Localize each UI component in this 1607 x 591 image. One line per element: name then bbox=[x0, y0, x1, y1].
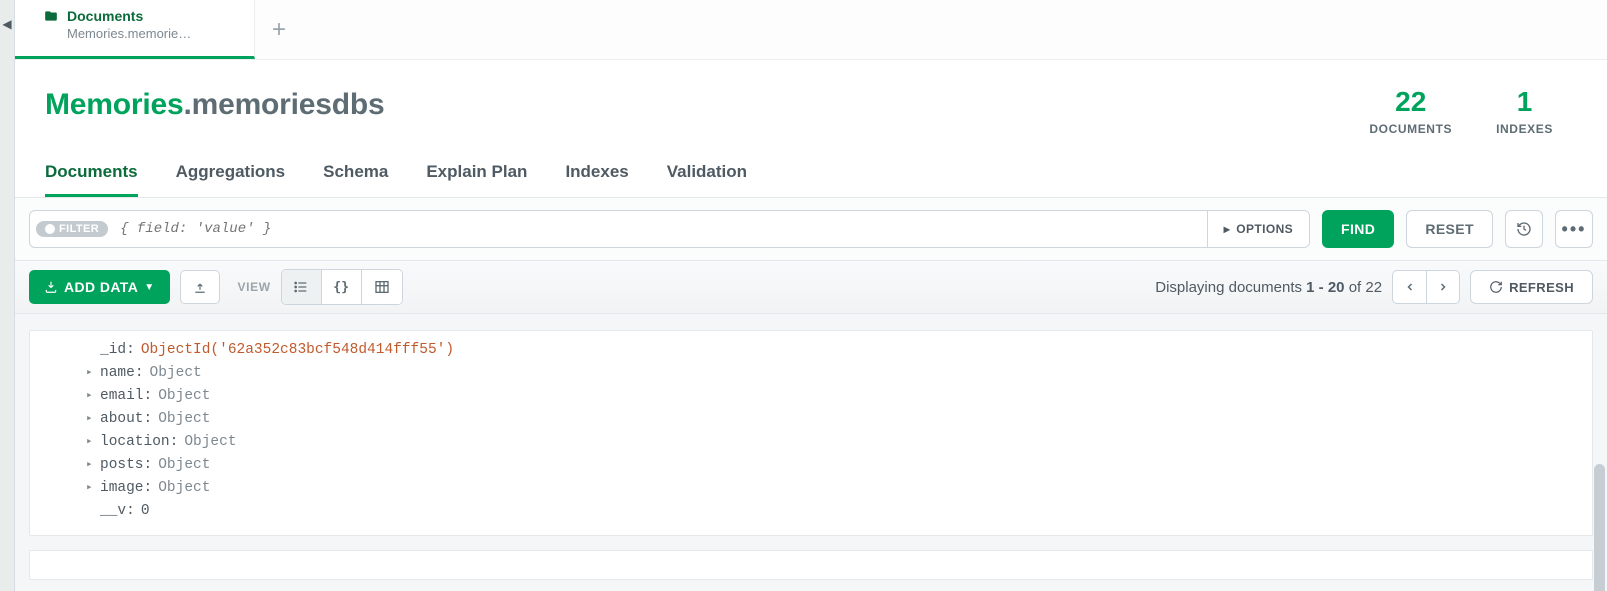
document-card[interactable]: _id: ObjectId('62a352c83bcf548d414fff55'… bbox=[29, 330, 1593, 536]
more-button[interactable]: ••• bbox=[1555, 210, 1593, 248]
field-key: name bbox=[100, 362, 135, 385]
reset-button[interactable]: RESET bbox=[1406, 210, 1493, 248]
result-count: Displaying documents 1 - 20 of 22 bbox=[1155, 279, 1382, 296]
plus-icon: + bbox=[272, 16, 286, 44]
field-key: _id bbox=[100, 339, 126, 362]
document-field: __v: 0 bbox=[104, 500, 1592, 523]
new-tab-button[interactable]: + bbox=[255, 0, 303, 59]
collection-header: Memories.memoriesdbs 22 DOCUMENTS 1 INDE… bbox=[15, 60, 1607, 142]
find-button[interactable]: FIND bbox=[1322, 210, 1394, 248]
field-value: Object bbox=[150, 362, 202, 385]
document-field[interactable]: ▸email: Object bbox=[104, 385, 1592, 408]
document-field[interactable]: ▸name: Object bbox=[104, 362, 1592, 385]
filter-input[interactable] bbox=[118, 220, 1207, 238]
sidebar-collapse-handle[interactable]: ◀ bbox=[0, 0, 15, 591]
field-value: Object bbox=[158, 385, 210, 408]
field-value: Object bbox=[158, 408, 210, 431]
view-list-button[interactable] bbox=[282, 270, 322, 304]
sub-tab-validation[interactable]: Validation bbox=[667, 152, 747, 197]
chevron-right-icon: ▸ bbox=[86, 362, 100, 385]
document-field[interactable]: ▸about: Object bbox=[104, 408, 1592, 431]
field-key: __v bbox=[100, 500, 126, 523]
chevron-right-icon bbox=[1437, 281, 1449, 293]
document-field[interactable]: ▸location: Object bbox=[104, 431, 1592, 454]
field-value: Object bbox=[158, 454, 210, 477]
upload-icon bbox=[193, 280, 207, 294]
history-button[interactable] bbox=[1505, 210, 1543, 248]
stat-documents: 22 DOCUMENTS bbox=[1347, 88, 1474, 136]
sub-tab-schema[interactable]: Schema bbox=[323, 152, 388, 197]
braces-icon: {} bbox=[333, 280, 349, 295]
scrollbar-thumb[interactable] bbox=[1594, 464, 1605, 591]
pager bbox=[1392, 270, 1460, 304]
sub-tab-explain-plan[interactable]: Explain Plan bbox=[426, 152, 527, 197]
view-json-button[interactable]: {} bbox=[322, 270, 362, 304]
filter-chip: FILTER bbox=[36, 221, 108, 237]
field-value: Object bbox=[184, 431, 236, 454]
field-value: 0 bbox=[141, 500, 150, 523]
options-button[interactable]: ▸ OPTIONS bbox=[1207, 211, 1309, 247]
refresh-icon bbox=[1489, 280, 1503, 294]
view-label: VIEW bbox=[238, 280, 271, 294]
next-page-button[interactable] bbox=[1426, 270, 1460, 304]
list-icon bbox=[293, 279, 309, 295]
download-icon bbox=[44, 280, 58, 294]
history-icon bbox=[1516, 221, 1532, 237]
table-icon bbox=[374, 279, 390, 295]
field-key: image bbox=[100, 477, 144, 500]
field-key: email bbox=[100, 385, 144, 408]
caret-down-icon: ▼ bbox=[144, 282, 154, 293]
document-field: _id: ObjectId('62a352c83bcf548d414fff55'… bbox=[104, 339, 1592, 362]
ellipsis-icon: ••• bbox=[1562, 219, 1587, 240]
filter-input-wrap: FILTER ▸ OPTIONS bbox=[29, 210, 1310, 248]
field-value: Object bbox=[158, 477, 210, 500]
tab-subtitle: Memories.memorie… bbox=[67, 26, 234, 41]
tab-title: Documents bbox=[67, 8, 143, 24]
stat-documents-label: DOCUMENTS bbox=[1369, 122, 1452, 136]
stat-indexes-label: INDEXES bbox=[1496, 122, 1553, 136]
field-key: posts bbox=[100, 454, 144, 477]
namespace: Memories.memoriesdbs bbox=[45, 88, 384, 122]
document-field[interactable]: ▸image: Object bbox=[104, 477, 1592, 500]
document-card[interactable] bbox=[29, 550, 1593, 580]
chevron-right-icon: ▸ bbox=[86, 431, 100, 454]
chevron-left-icon: ◀ bbox=[2, 18, 11, 30]
database-name: Memories bbox=[45, 88, 183, 121]
chevron-right-icon: ▸ bbox=[86, 385, 100, 408]
field-key: location bbox=[100, 431, 170, 454]
refresh-button[interactable]: REFRESH bbox=[1470, 270, 1593, 304]
folder-icon bbox=[43, 9, 59, 23]
document-list: _id: ObjectId('62a352c83bcf548d414fff55'… bbox=[15, 314, 1607, 591]
add-data-button[interactable]: ADD DATA ▼ bbox=[29, 270, 170, 304]
stat-indexes: 1 INDEXES bbox=[1474, 88, 1575, 136]
view-mode-segment: {} bbox=[281, 269, 403, 305]
chevron-right-icon: ▸ bbox=[86, 454, 100, 477]
filter-bar: FILTER ▸ OPTIONS FIND RESET ••• bbox=[15, 198, 1607, 260]
info-icon bbox=[45, 224, 55, 234]
export-button[interactable] bbox=[180, 270, 220, 304]
stat-indexes-value: 1 bbox=[1496, 88, 1553, 116]
field-key: about bbox=[100, 408, 144, 431]
view-table-button[interactable] bbox=[362, 270, 402, 304]
caret-right-icon: ▸ bbox=[1224, 222, 1230, 236]
tab-strip: Documents Memories.memorie… + bbox=[15, 0, 1607, 60]
sub-tab-aggregations[interactable]: Aggregations bbox=[176, 152, 286, 197]
documents-toolbar: ADD DATA ▼ VIEW {} Displaying documents … bbox=[15, 260, 1607, 314]
chevron-right-icon: ▸ bbox=[86, 477, 100, 500]
collection-sub-tabs: Documents Aggregations Schema Explain Plan I… bbox=[15, 142, 1607, 198]
field-value: ObjectId('62a352c83bcf548d414fff55') bbox=[141, 339, 454, 362]
collection-name: memoriesdbs bbox=[192, 88, 385, 121]
tab-documents[interactable]: Documents Memories.memorie… bbox=[15, 0, 255, 59]
prev-page-button[interactable] bbox=[1392, 270, 1426, 304]
sub-tab-indexes[interactable]: Indexes bbox=[565, 152, 628, 197]
chevron-right-icon: ▸ bbox=[86, 408, 100, 431]
stat-documents-value: 22 bbox=[1369, 88, 1452, 116]
document-field[interactable]: ▸posts: Object bbox=[104, 454, 1592, 477]
sub-tab-documents[interactable]: Documents bbox=[45, 152, 138, 197]
chevron-left-icon bbox=[1404, 281, 1416, 293]
